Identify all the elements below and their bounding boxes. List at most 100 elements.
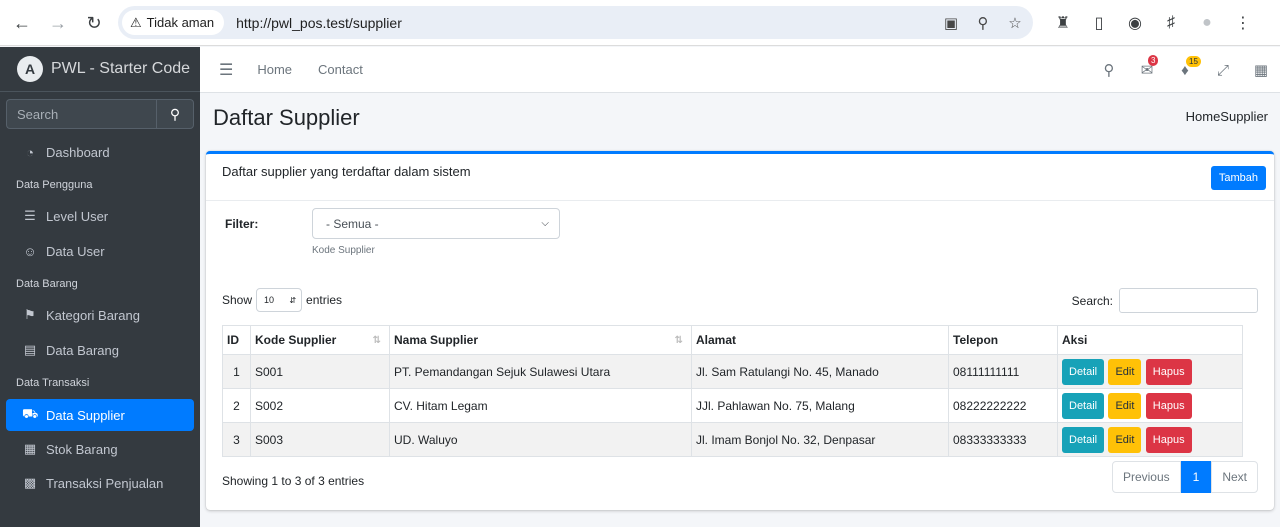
brand-logo: A [17,56,43,82]
card-header-divider [206,200,1274,201]
sort-icon: ⇅ [674,335,683,346]
sidebar-item-data-supplier[interactable]: ⛟ Data Supplier [6,399,194,431]
filter-selected-value: - Semua - [326,216,379,231]
sidebar-item-label: Dashboard [46,144,110,160]
sidebar-item-data-user[interactable]: ☺ Data User [6,235,194,267]
cell-aksi: Detail Edit Hapus [1057,422,1243,457]
kebab-menu-icon[interactable]: ⋮ [1225,13,1261,33]
cell-alamat: Jl. Sam Ratulangi No. 45, Manado [691,354,949,389]
pagination-page-1[interactable]: 1 [1180,461,1212,493]
extension-3-icon[interactable]: ◉ [1117,13,1153,33]
fullscreen-icon[interactable]: ⤢ [1204,62,1242,79]
sidebar-item-label: Transaksi Penjualan [46,475,164,491]
detail-button[interactable]: Detail [1062,426,1105,453]
filter-label: Filter: [225,217,259,231]
edit-button[interactable]: Edit [1108,392,1142,419]
nav-contact-link[interactable]: Contact [318,62,363,77]
messages-badge: 3 [1148,55,1159,66]
delete-button[interactable]: Hapus [1145,358,1192,385]
table-row: 1 S001 PT. Pemandangan Sejuk Sulawesi Ut… [222,354,1243,389]
table-search: Search: [1072,288,1258,313]
column-header-id[interactable]: ID [222,325,251,355]
entries-label: entries [306,293,343,307]
sidebar-header-transaksi: Data Transaksi [16,377,90,389]
sidebar-item-kategori-barang[interactable]: ⚑ Kategori Barang [6,299,194,331]
column-header-kode[interactable]: Kode Supplier ⇅ [250,325,390,355]
cell-no: 1 [222,354,251,389]
filter-select[interactable]: - Semua - ⌵ [312,208,560,239]
hamburger-menu-icon[interactable]: ☰ [219,60,233,80]
sidebar-item-stok-barang[interactable]: ▦ Stok Barang [6,433,194,465]
bell-icon[interactable]: ♦ 15 [1166,55,1204,79]
security-chip[interactable]: ⚠ Tidak aman [122,10,225,35]
cell-alamat: Jl. Imam Bonjol No. 32, Denpasar [691,422,949,457]
sidebar-header-barang: Data Barang [16,278,78,290]
brand-name: PWL - Starter Code [51,60,191,77]
cell-nama: PT. Pemandangan Sejuk Sulawesi Utara [389,354,692,389]
sidebar-item-dashboard[interactable]: ◔ Dashboard [6,136,194,168]
cell-no: 2 [222,388,251,423]
pagination: Previous 1 Next [1111,461,1258,493]
detail-button[interactable]: Detail [1062,392,1105,419]
extension-2-icon[interactable]: ▯ [1081,13,1117,33]
delete-button[interactable]: Hapus [1145,392,1192,419]
sidebar-item-level-user[interactable]: ☰ Level User [6,200,194,232]
page-length-value: 10 [264,295,275,305]
table-search-input[interactable] [1119,288,1258,313]
sidebar-search-button[interactable]: ⚲ [156,99,194,129]
search-icon: ⚲ [169,105,181,122]
delete-button[interactable]: Hapus [1145,426,1192,453]
page-length-control: Show 10 ⇵ entries [222,288,342,312]
url-text[interactable]: http://pwl_pos.test/supplier [236,15,402,31]
sidebar-item-label: Level User [46,208,109,224]
sidebar-item-data-barang[interactable]: ▤ Data Barang [6,334,194,366]
address-bar[interactable]: ⚠ Tidak aman http://pwl_pos.test/supplie… [118,6,1033,39]
notifications-badge: 15 [1186,55,1201,67]
cell-telepon: 08111111111 [948,354,1058,389]
column-header-label: Kode Supplier [255,333,337,347]
translate-icon[interactable]: ▣ [941,14,961,32]
dashboard-icon: ◔ [26,144,34,160]
add-supplier-button[interactable]: Tambah [1210,166,1266,190]
cash-register-icon: ▩ [23,475,37,490]
messages-icon[interactable]: ✉ 3 [1128,55,1166,79]
cell-aksi: Detail Edit Hapus [1057,354,1243,389]
column-header-aksi: Aksi [1057,325,1243,355]
column-header-telepon: Telepon [948,325,1058,355]
pagination-next[interactable]: Next [1211,461,1258,493]
cubes-icon: ▦ [23,441,37,456]
sidebar-item-label: Data User [46,243,105,259]
user-icon: ☺ [23,243,37,259]
truck-icon: ⛟ [22,406,39,421]
table-info: Showing 1 to 3 of 3 entries [222,474,365,488]
cell-alamat: JJl. Pahlawan No. 75, Malang [691,388,949,423]
reload-icon[interactable]: ↻ [78,7,110,39]
breadcrumb[interactable]: HomeSupplier [1186,109,1268,124]
detail-button[interactable]: Detail [1062,358,1105,385]
cell-kode: S003 [250,422,390,457]
sidebar-item-transaksi-penjualan[interactable]: ▩ Transaksi Penjualan [6,467,194,499]
column-header-alamat: Alamat [691,325,949,355]
back-icon[interactable]: ← [6,7,38,39]
warning-icon: ⚠ [130,14,142,30]
column-header-nama[interactable]: Nama Supplier ⇅ [389,325,692,355]
cell-nama: UD. Waluyo [389,422,692,457]
sidebar-search: ⚲ [6,99,194,129]
profile-icon[interactable]: ● [1189,14,1225,32]
sidebar-item-label: Data Barang [46,342,119,358]
edit-button[interactable]: Edit [1108,358,1142,385]
zoom-icon[interactable]: ⚲ [973,14,993,32]
extensions-puzzle-icon[interactable]: ♯ [1153,14,1189,32]
extension-1-icon[interactable]: ♜ [1045,13,1081,33]
brand-link[interactable]: A PWL - Starter Code [0,47,200,92]
navbar-search-icon[interactable]: ⚲ [1090,61,1128,79]
sidebar-search-input[interactable] [6,99,156,129]
control-sidebar-icon[interactable]: ▦ [1242,61,1280,79]
card-title: Daftar supplier yang terdaftar dalam sis… [222,164,471,179]
star-icon[interactable]: ☆ [1005,14,1025,32]
edit-button[interactable]: Edit [1108,426,1142,453]
page-length-select[interactable]: 10 ⇵ [256,288,303,312]
pagination-previous[interactable]: Previous [1111,461,1181,493]
forward-icon[interactable]: → [42,7,74,39]
nav-home-link[interactable]: Home [257,62,292,77]
